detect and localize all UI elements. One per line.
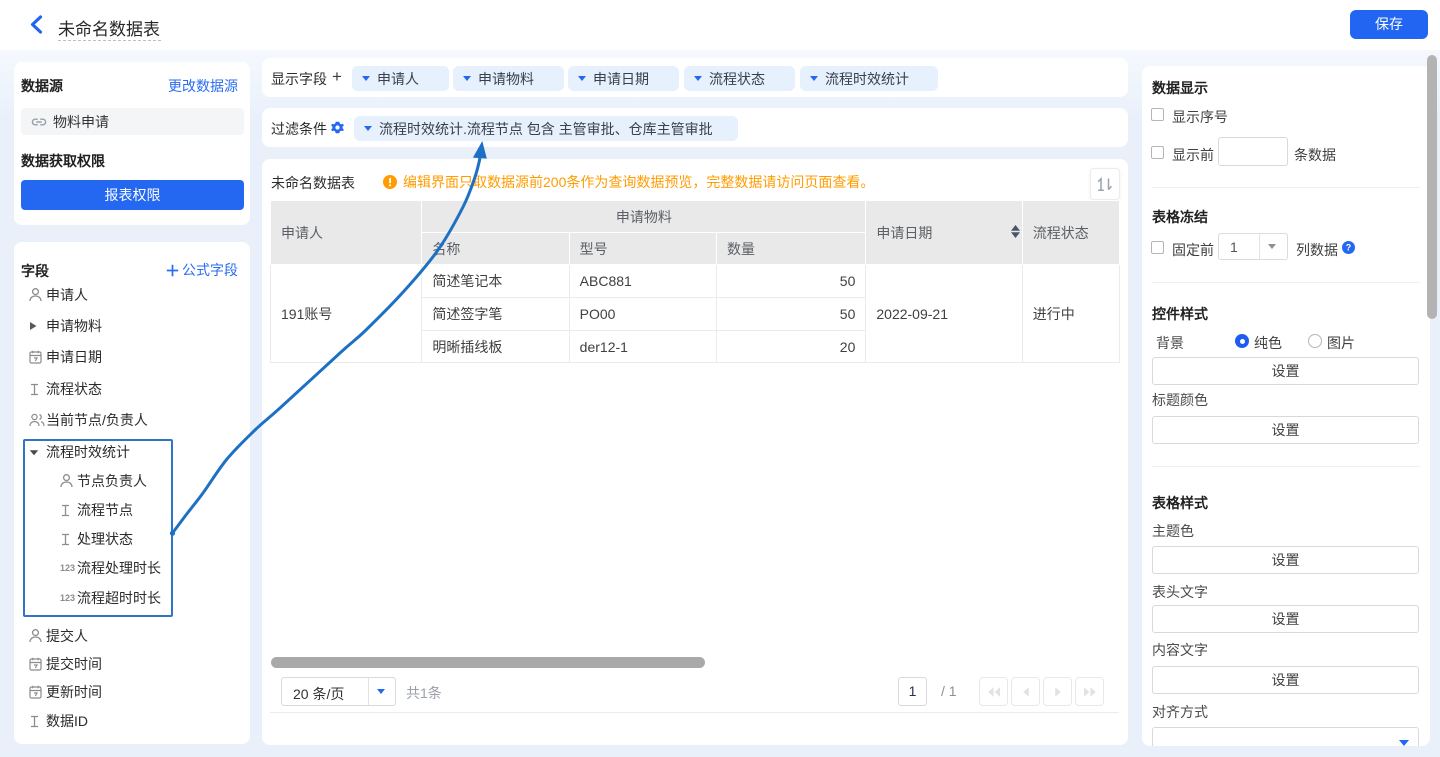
svg-text:?: ? [1346, 243, 1352, 253]
